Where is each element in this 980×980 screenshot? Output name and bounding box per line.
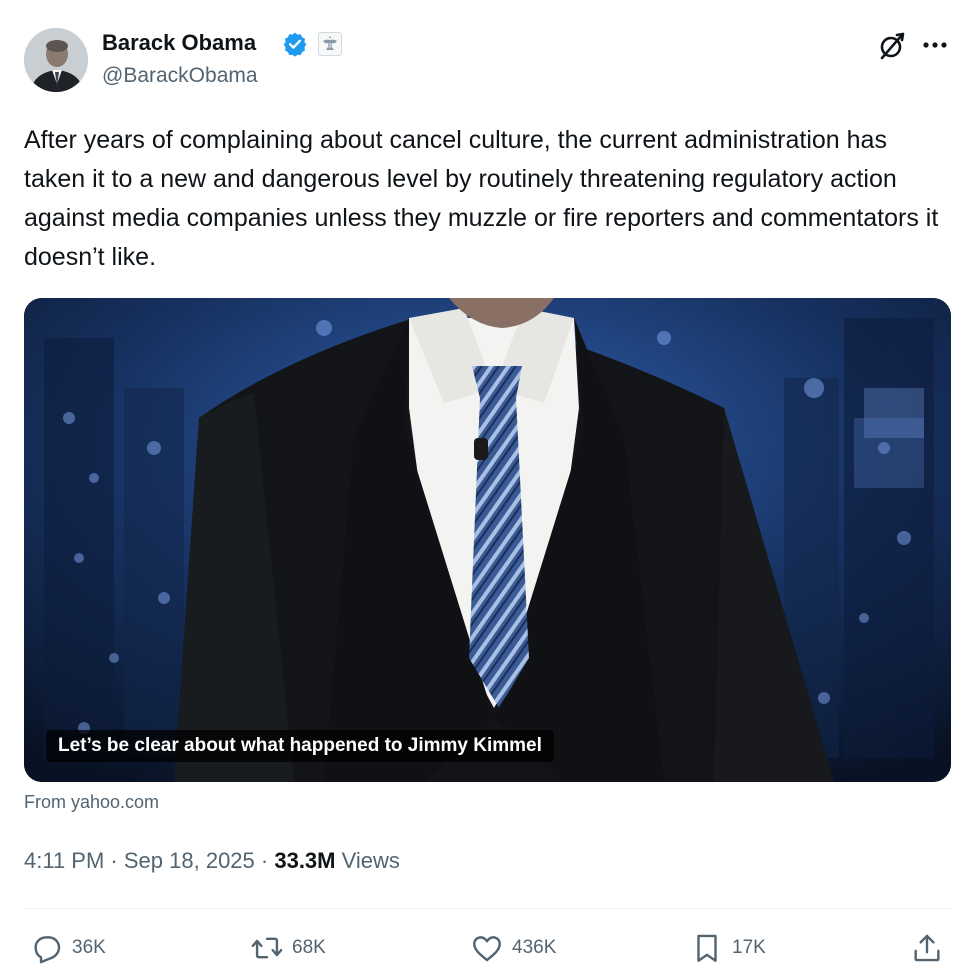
link-card[interactable]: Let’s be clear about what happened to Ji… <box>24 298 951 782</box>
like-button[interactable]: 436K <box>470 928 556 968</box>
tweet-meta: 4:11 PM · Sep 18, 2025 · 33.3M Views <box>24 848 400 874</box>
divider <box>24 908 952 909</box>
tweet-time[interactable]: 4:11 PM <box>24 848 104 873</box>
tweet-date[interactable]: Sep 18, 2025 <box>124 848 255 873</box>
bookmark-icon <box>697 934 717 962</box>
reply-button[interactable]: 36K <box>30 928 106 968</box>
like-icon <box>473 936 501 962</box>
card-source[interactable]: From yahoo.com <box>24 792 159 813</box>
reply-count: 36K <box>72 937 106 958</box>
like-count: 436K <box>512 937 557 958</box>
author-name[interactable]: Barack Obama <box>102 30 256 56</box>
author-handle[interactable]: @BarackObama <box>102 64 258 88</box>
avatar[interactable] <box>24 28 88 92</box>
government-affiliation-icon[interactable] <box>318 32 342 56</box>
bookmark-button[interactable]: 17K <box>690 928 766 968</box>
card-image <box>24 298 951 782</box>
repost-count: 68K <box>292 937 326 958</box>
avatar-image <box>24 28 88 92</box>
meta-separator: · <box>254 848 275 873</box>
share-button[interactable] <box>910 928 944 968</box>
tweet-text: After years of complaining about cancel … <box>24 126 939 271</box>
meta-separator: · <box>104 848 124 873</box>
more-icon[interactable] <box>918 28 952 62</box>
views-count[interactable]: 33.3M <box>274 848 335 873</box>
reply-icon <box>34 936 61 964</box>
repost-button[interactable]: 68K <box>250 928 326 968</box>
bookmark-count: 17K <box>732 937 766 958</box>
share-icon <box>914 934 940 962</box>
verified-badge-icon[interactable] <box>282 31 308 57</box>
repost-icon <box>251 937 283 959</box>
card-caption: Let’s be clear about what happened to Ji… <box>46 730 554 762</box>
views-label: Views <box>335 848 400 873</box>
grok-icon[interactable] <box>876 30 908 62</box>
